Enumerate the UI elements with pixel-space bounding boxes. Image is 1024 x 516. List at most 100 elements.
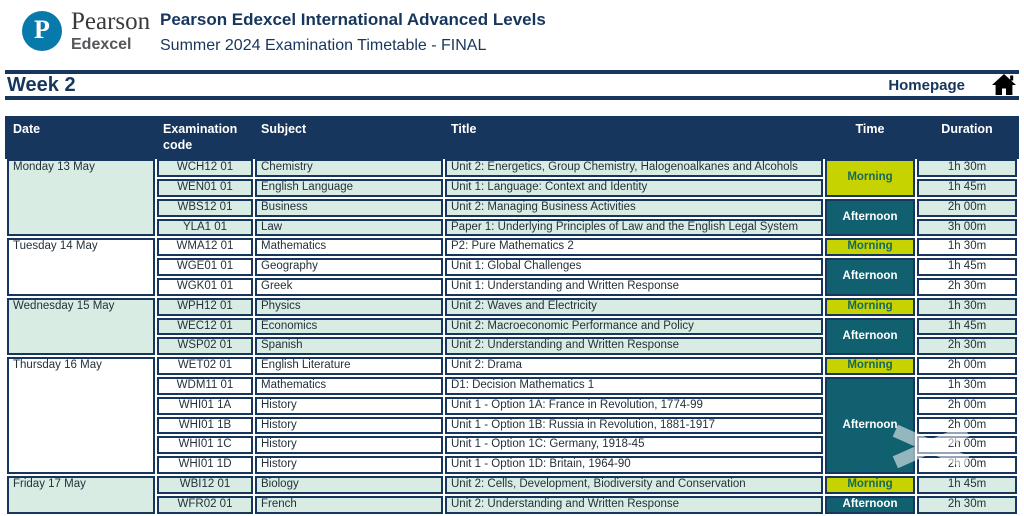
exam-code-cell: WEN01 01	[157, 179, 253, 197]
time-afternoon-cell: Afternoon	[825, 377, 915, 474]
table-row: WEC12 01EconomicsUnit 2: Macroeconomic P…	[7, 318, 1017, 336]
exam-code-cell: YLA1 01	[157, 219, 253, 237]
time-morning-cell: Morning	[825, 298, 915, 316]
exam-code-cell: WHI01 1D	[157, 456, 253, 474]
exam-code-cell: WHI01 1B	[157, 417, 253, 435]
duration-cell: 1h 30m	[917, 377, 1017, 395]
exam-timetable: Date Examination code Subject Title Time…	[5, 116, 1019, 516]
col-header-date: Date	[7, 118, 155, 157]
subject-cell: English Language	[255, 179, 443, 197]
time-morning-cell: Morning	[825, 357, 915, 375]
duration-cell: 2h 00m	[917, 436, 1017, 454]
duration-cell: 2h 30m	[917, 337, 1017, 355]
subject-cell: Mathematics	[255, 238, 443, 256]
exam-code-cell: WHI01 1C	[157, 436, 253, 454]
pearson-logo-icon: P	[22, 11, 62, 51]
time-afternoon-cell: Afternoon	[825, 496, 915, 514]
exam-title-cell: Unit 2: Drama	[445, 357, 823, 375]
date-cell: Monday 13 May	[7, 159, 155, 236]
exam-code-cell: WGE01 01	[157, 258, 253, 276]
subject-cell: Physics	[255, 298, 443, 316]
table-row: WBS12 01BusinessUnit 2: Managing Busines…	[7, 199, 1017, 217]
time-afternoon-cell: Afternoon	[825, 258, 915, 296]
time-afternoon-cell: Afternoon	[825, 199, 915, 237]
table-row: Monday 13 MayWCH12 01ChemistryUnit 2: En…	[7, 159, 1017, 177]
subject-cell: Economics	[255, 318, 443, 336]
duration-cell: 1h 45m	[917, 476, 1017, 494]
date-cell: Friday 17 May	[7, 476, 155, 514]
col-header-subject: Subject	[255, 118, 443, 157]
exam-code-cell: WET02 01	[157, 357, 253, 375]
subject-cell: Greek	[255, 278, 443, 296]
exam-code-cell: WHI01 1A	[157, 397, 253, 415]
col-header-duration: Duration	[917, 118, 1017, 157]
col-header-title: Title	[445, 118, 823, 157]
exam-code-cell: WSP02 01	[157, 337, 253, 355]
table-row: Friday 17 MayWBI12 01BiologyUnit 2: Cell…	[7, 476, 1017, 494]
duration-cell: 1h 45m	[917, 179, 1017, 197]
pearson-edexcel-logo: P Pearson Edexcel	[22, 9, 150, 54]
subject-cell: History	[255, 436, 443, 454]
home-icon[interactable]	[991, 73, 1017, 97]
duration-cell: 2h 00m	[917, 199, 1017, 217]
duration-cell: 2h 00m	[917, 357, 1017, 375]
subject-cell: Biology	[255, 476, 443, 494]
col-header-time: Time	[825, 118, 915, 157]
exam-code-cell: WBI12 01	[157, 476, 253, 494]
duration-cell: 1h 30m	[917, 238, 1017, 256]
homepage-label[interactable]: Homepage	[888, 77, 965, 94]
time-morning-cell: Morning	[825, 238, 915, 256]
subject-cell: Chemistry	[255, 159, 443, 177]
duration-cell: 2h 30m	[917, 278, 1017, 296]
subject-cell: English Literature	[255, 357, 443, 375]
exam-title-cell: D1: Decision Mathematics 1	[445, 377, 823, 395]
subject-cell: Business	[255, 199, 443, 217]
week-band: Week 2 Homepage	[5, 70, 1019, 100]
exam-code-cell: WEC12 01	[157, 318, 253, 336]
exam-code-cell: WBS12 01	[157, 199, 253, 217]
page-subtitle: Summer 2024 Examination Timetable - FINA…	[160, 37, 546, 55]
table-row: Tuesday 14 MayWMA12 01MathematicsP2: Pur…	[7, 238, 1017, 256]
timetable-body: Monday 13 MayWCH12 01ChemistryUnit 2: En…	[7, 159, 1017, 513]
table-row: WFR02 01FrenchUnit 2: Understanding and …	[7, 496, 1017, 514]
subject-cell: Geography	[255, 258, 443, 276]
exam-title-cell: Paper 1: Underlying Principles of Law an…	[445, 219, 823, 237]
homepage-link[interactable]: Homepage	[888, 73, 1017, 97]
duration-cell: 2h 00m	[917, 456, 1017, 474]
time-afternoon-cell: Afternoon	[825, 318, 915, 356]
exam-code-cell: WCH12 01	[157, 159, 253, 177]
exam-title-cell: Unit 2: Understanding and Written Respon…	[445, 496, 823, 514]
duration-cell: 2h 30m	[917, 496, 1017, 514]
week-label: Week 2	[7, 74, 76, 97]
table-row: WGE01 01GeographyUnit 1: Global Challeng…	[7, 258, 1017, 276]
exam-title-cell: Unit 1 - Option 1C: Germany, 1918-45	[445, 436, 823, 454]
brand-name: Pearson	[71, 9, 150, 35]
exam-title-cell: Unit 1: Language: Context and Identity	[445, 179, 823, 197]
exam-code-cell: WMA12 01	[157, 238, 253, 256]
date-cell: Wednesday 15 May	[7, 298, 155, 355]
table-row: Thursday 16 MayWET02 01English Literatur…	[7, 357, 1017, 375]
exam-title-cell: Unit 1 - Option 1B: Russia in Revolution…	[445, 417, 823, 435]
exam-title-cell: Unit 2: Cells, Development, Biodiversity…	[445, 476, 823, 494]
page-title: Pearson Edexcel International Advanced L…	[160, 10, 546, 30]
exam-code-cell: WDM11 01	[157, 377, 253, 395]
exam-code-cell: WPH12 01	[157, 298, 253, 316]
exam-title-cell: P2: Pure Mathematics 2	[445, 238, 823, 256]
duration-cell: 1h 30m	[917, 159, 1017, 177]
exam-code-cell: WFR02 01	[157, 496, 253, 514]
exam-title-cell: Unit 1 - Option 1D: Britain, 1964-90	[445, 456, 823, 474]
brand-subname: Edexcel	[71, 36, 150, 54]
duration-cell: 3h 00m	[917, 219, 1017, 237]
exam-title-cell: Unit 2: Waves and Electricity	[445, 298, 823, 316]
subject-cell: History	[255, 417, 443, 435]
exam-title-cell: Unit 2: Understanding and Written Respon…	[445, 337, 823, 355]
exam-code-cell: WGK01 01	[157, 278, 253, 296]
table-row: WDM11 01MathematicsD1: Decision Mathemat…	[7, 377, 1017, 395]
exam-title-cell: Unit 2: Managing Business Activities	[445, 199, 823, 217]
duration-cell: 1h 30m	[917, 298, 1017, 316]
exam-title-cell: Unit 2: Energetics, Group Chemistry, Hal…	[445, 159, 823, 177]
exam-title-cell: Unit 1: Global Challenges	[445, 258, 823, 276]
duration-cell: 1h 45m	[917, 318, 1017, 336]
subject-cell: French	[255, 496, 443, 514]
table-row: Wednesday 15 MayWPH12 01PhysicsUnit 2: W…	[7, 298, 1017, 316]
